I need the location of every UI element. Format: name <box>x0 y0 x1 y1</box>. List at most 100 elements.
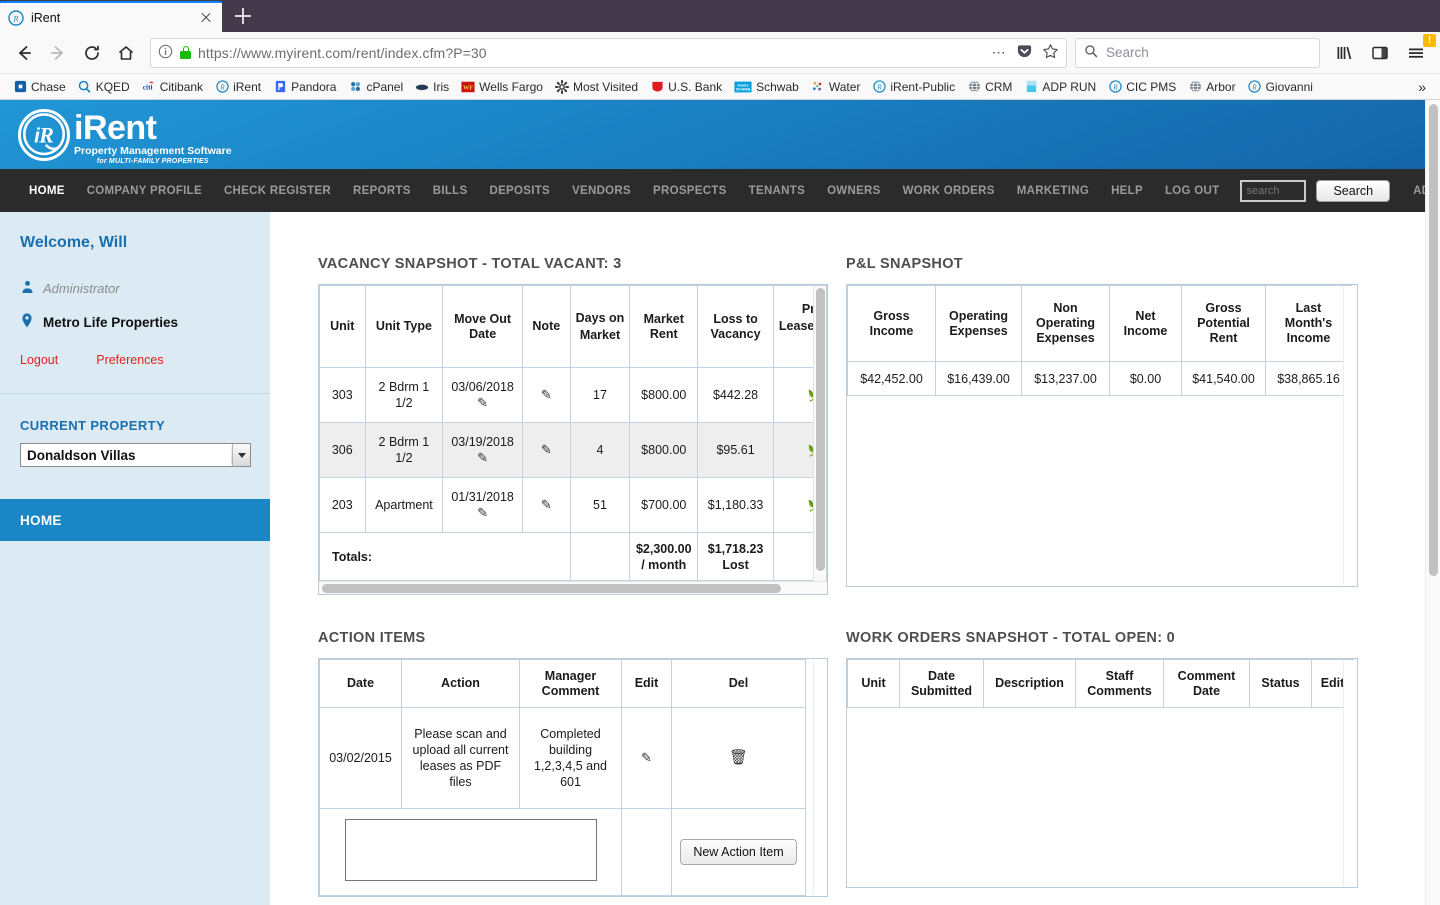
col-operating-expenses: Operating Expenses <box>935 285 1022 362</box>
plus-icon[interactable] <box>228 1 258 31</box>
pl-table-vertical-scrollbar[interactable] <box>1343 286 1356 585</box>
bookmark-label: Giovanni <box>1265 79 1313 94</box>
edit-pencil-icon[interactable]: ✎ <box>477 395 488 411</box>
bookmark-schwab[interactable]: charles SCHWAB Schwab <box>729 78 804 96</box>
note-pencil-icon[interactable]: ✎ <box>541 387 552 403</box>
bookmark-cpanel[interactable]: cPanel <box>343 78 408 96</box>
col-move-out-date: Move Out Date <box>442 285 523 368</box>
ellipsis-icon[interactable]: ⋯ <box>992 44 1007 61</box>
col-status: Status <box>1249 659 1312 708</box>
browser-search-bar[interactable]: Search <box>1075 37 1320 68</box>
nav-item-deposits[interactable]: DEPOSITS <box>478 185 561 197</box>
star-icon[interactable] <box>1042 43 1059 63</box>
browser-tab-irent[interactable]: R iRent <box>0 1 222 32</box>
nav-item-prospects[interactable]: PROSPECTS <box>642 185 738 197</box>
bookmark-most-visited[interactable]: Most Visited <box>550 78 643 96</box>
vacancy-table-vertical-scrollbar[interactable] <box>813 286 826 593</box>
preferences-link[interactable]: Preferences <box>96 353 163 367</box>
bookmark-citibank[interactable]: citi Citibank <box>137 78 208 96</box>
bookmark-giovanni[interactable]: R Giovanni <box>1243 78 1318 96</box>
irent-favicon-icon: R <box>8 9 24 26</box>
note-pencil-icon[interactable]: ✎ <box>541 442 552 458</box>
action-items-title: ACTION ITEMS <box>318 630 426 646</box>
tab-title: iRent <box>31 10 61 25</box>
cell-days-on-market: 51 <box>569 477 631 533</box>
bookmark-irent[interactable]: R iRent <box>210 78 266 96</box>
back-arrow-icon[interactable] <box>8 37 40 69</box>
trash-icon[interactable]: 🗑 <box>729 749 748 766</box>
logout-link[interactable]: Logout <box>20 353 58 367</box>
work-orders-table-wrapper: Unit Date Submitted Description Staff Co… <box>846 658 1358 888</box>
bookmark-cic-pms[interactable]: R CIC PMS <box>1103 78 1181 96</box>
bookmark-crm[interactable]: CRM <box>962 78 1017 96</box>
svg-text:R: R <box>12 13 19 23</box>
new-action-item-button[interactable]: New Action Item <box>680 839 797 865</box>
bookmark-arbor[interactable]: Arbor <box>1183 78 1240 96</box>
nav-item-check-register[interactable]: CHECK REGISTER <box>213 185 342 197</box>
table-row[interactable]: 03/02/2015 Please scan and upload all cu… <box>319 707 806 809</box>
chevron-double-right-icon[interactable]: » <box>1412 79 1432 95</box>
nav-item-owners[interactable]: OWNERS <box>816 185 892 197</box>
bookmark-kqed[interactable]: KQED <box>73 78 135 96</box>
vacancy-table-horizontal-scrollbar[interactable] <box>319 581 827 594</box>
action-items-vertical-scrollbar[interactable] <box>813 660 826 895</box>
library-icon[interactable] <box>1328 37 1360 69</box>
scrollbar-thumb[interactable] <box>1429 104 1438 576</box>
bookmark-chase[interactable]: Chase <box>8 78 71 96</box>
bookmark-adp-run[interactable]: ADP RUN <box>1019 78 1101 96</box>
nav-item-work-orders[interactable]: WORK ORDERS <box>892 185 1006 197</box>
pocket-icon[interactable] <box>1016 43 1033 63</box>
bookmark-label: Arbor <box>1206 79 1236 94</box>
current-property-select[interactable]: Donaldson Villas <box>20 443 251 467</box>
col-staff-comments: Staff Comments <box>1075 659 1164 708</box>
bookmark-label: CRM <box>985 79 1013 94</box>
bookmark-wells-fargo[interactable]: WF Wells Fargo <box>456 78 548 96</box>
bookmark-pandora[interactable]: Pandora <box>268 78 341 96</box>
bookmark-irent-public[interactable]: R iRent-Public <box>867 78 960 96</box>
col-non-operating-expenses: Non Operating Expenses <box>1021 285 1110 362</box>
close-icon[interactable] <box>198 10 214 26</box>
sidebar-links: Logout Preferences <box>0 331 270 367</box>
irent-logo[interactable]: i R iRent Property Management Software f… <box>18 109 232 166</box>
irent-icon: R <box>215 80 229 94</box>
col-gross-income: Gross Income <box>847 285 936 362</box>
page-vertical-scrollbar[interactable] <box>1425 100 1440 905</box>
cell-unit-type: Apartment <box>364 477 444 533</box>
table-row[interactable]: 306 2 Bdrm 1 1/2 03/19/2018 ✎ ✎ 4 $800.0… <box>319 422 827 478</box>
user-icon <box>20 280 34 297</box>
scrollbar-thumb[interactable] <box>322 584 781 593</box>
table-row[interactable]: 303 2 Bdrm 1 1/2 03/06/2018 ✎ ✎ 17 $800.… <box>319 367 827 423</box>
table-row[interactable]: 203 Apartment 01/31/2018 ✎ ✎ 51 $700.00 <box>319 477 827 533</box>
app-search-button[interactable]: Search <box>1316 179 1391 202</box>
hamburger-menu-icon[interactable]: ! <box>1400 33 1436 69</box>
bookmark-label: iRent-Public <box>890 79 956 94</box>
nav-item-marketing[interactable]: MARKETING <box>1006 185 1100 197</box>
sidebar-icon[interactable] <box>1364 37 1396 69</box>
new-action-item-textarea[interactable] <box>344 819 597 881</box>
bookmark-us-bank[interactable]: U.S. Bank <box>645 78 727 96</box>
info-circle-icon[interactable] <box>158 44 173 62</box>
app-search-input[interactable] <box>1240 179 1307 202</box>
nav-item-log-out[interactable]: LOG OUT <box>1154 185 1231 197</box>
edit-pencil-icon[interactable]: ✎ <box>477 505 488 521</box>
bookmark-iris[interactable]: Iris <box>410 78 454 96</box>
nav-item-tenants[interactable]: TENANTS <box>738 185 816 197</box>
nav-item-bills[interactable]: BILLS <box>422 185 479 197</box>
nav-item-help[interactable]: HELP <box>1100 185 1154 197</box>
nav-item-reports[interactable]: REPORTS <box>342 185 422 197</box>
bookmark-water[interactable]: Water <box>806 78 866 96</box>
edit-pencil-icon[interactable]: ✎ <box>477 450 488 466</box>
work-orders-vertical-scrollbar[interactable] <box>1343 660 1356 886</box>
home-icon[interactable] <box>110 37 142 69</box>
scrollbar-thumb[interactable] <box>816 288 825 571</box>
address-bar[interactable]: https://www.myirent.com/rent/index.cfm?P… <box>150 37 1067 68</box>
sidebar-role-label: Administrator <box>43 281 120 296</box>
edit-pencil-icon[interactable]: ✎ <box>641 750 652 766</box>
nav-item-vendors[interactable]: VENDORS <box>561 185 642 197</box>
nav-item-company-profile[interactable]: COMPANY PROFILE <box>76 185 213 197</box>
sidebar-item-home[interactable]: HOME <box>0 499 270 541</box>
note-pencil-icon[interactable]: ✎ <box>541 497 552 513</box>
nav-item-home[interactable]: HOME <box>18 185 76 197</box>
reload-icon[interactable] <box>76 37 108 69</box>
forward-arrow-icon[interactable] <box>42 37 74 69</box>
